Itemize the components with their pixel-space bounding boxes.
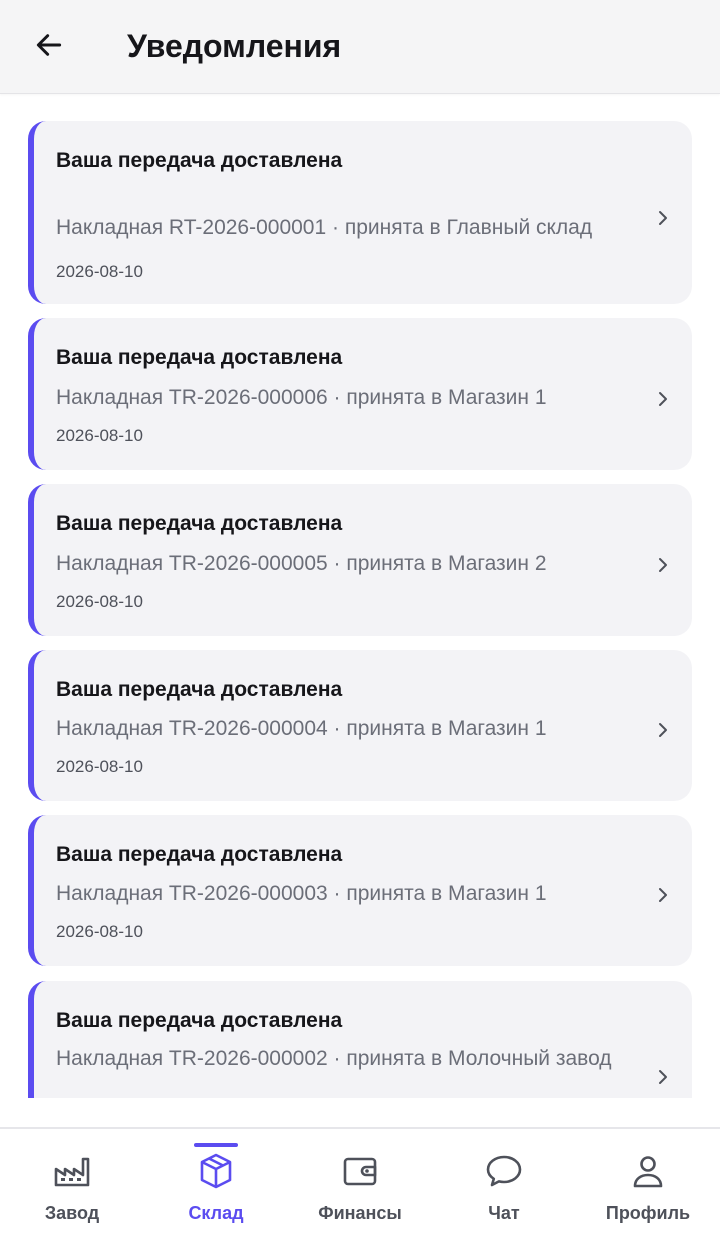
factory-icon [54,1157,90,1187]
notification-title: Ваша передача доставлена [56,843,343,866]
nav-label: Финансы [318,1203,402,1223]
active-tab-indicator [194,1143,238,1147]
notification-date: 2026-08-10 [56,922,143,941]
notification-card[interactable]: Ваша передача доставлена Накладная TR-20… [28,981,692,1098]
notification-title: Ваша передача доставлена [56,149,343,172]
notification-card[interactable]: Ваша передача доставлена Накладная TR-20… [28,650,692,801]
notification-date: 2026-08-10 [56,757,143,776]
notification-card[interactable]: Ваша передача доставлена Накладная TR-20… [28,484,692,636]
nav-item-factory[interactable]: Завод [0,1129,144,1233]
notification-title: Ваша передача доставлена [56,346,343,369]
user-icon [633,1156,663,1188]
nav-item-chat[interactable]: Чат [432,1129,576,1233]
notification-title: Ваша передача доставлена [56,678,343,701]
app-screen: Уведомления Ваша передача доставлена Нак… [0,0,720,1233]
chat-bubble-icon [486,1155,522,1187]
notification-card[interactable]: Ваша передача доставлена Накладная RT-20… [28,121,692,304]
chevron-right-icon [659,392,667,406]
nav-label: Склад [188,1203,244,1223]
notification-body: Накладная TR-2026-000002 · принята в Мол… [56,1047,612,1070]
notification-title: Ваша передача доставлена [56,512,343,535]
bottom-navigation: Завод Склад Финансы Чат Профиль [0,1127,720,1233]
arrow-left-icon [36,34,62,56]
back-button[interactable] [24,22,74,68]
notification-body: Накладная TR-2026-000006 · принята в Маг… [56,386,547,409]
nav-item-profile[interactable]: Профиль [576,1129,720,1233]
box-icon [200,1153,232,1189]
notification-body: Накладная TR-2026-000004 · принята в Маг… [56,717,547,740]
top-app-bar: Уведомления [0,0,720,94]
wallet-icon [343,1157,377,1186]
nav-label: Завод [44,1203,100,1223]
chevron-right-icon [659,888,667,902]
nav-label: Чат [488,1203,520,1223]
notification-card[interactable]: Ваша передача доставлена Накладная TR-20… [28,318,692,470]
notification-card[interactable]: Ваша передача доставлена Накладная TR-20… [28,815,692,966]
chevron-right-icon [659,723,667,737]
notification-date: 2026-08-10 [56,592,143,611]
notification-body: Накладная RT-2026-000001 · принята в Гла… [56,216,593,239]
nav-item-finance[interactable]: Финансы [288,1129,432,1233]
chevron-right-icon [659,558,667,572]
notification-title: Ваша передача доставлена [56,1009,343,1032]
notification-date: 2026-08-10 [56,426,143,445]
notification-body: Накладная TR-2026-000003 · принята в Маг… [56,882,547,905]
nav-item-warehouse[interactable]: Склад [144,1129,288,1233]
chevron-right-icon [659,211,667,225]
notification-body: Накладная TR-2026-000005 · принята в Маг… [56,552,547,575]
nav-label: Профиль [605,1203,691,1223]
notification-date: 2026-08-10 [56,262,143,281]
notification-list[interactable]: Ваша передача доставлена Накладная RT-20… [0,95,720,1098]
page-title: Уведомления [127,28,342,64]
chevron-right-icon [659,1070,667,1084]
